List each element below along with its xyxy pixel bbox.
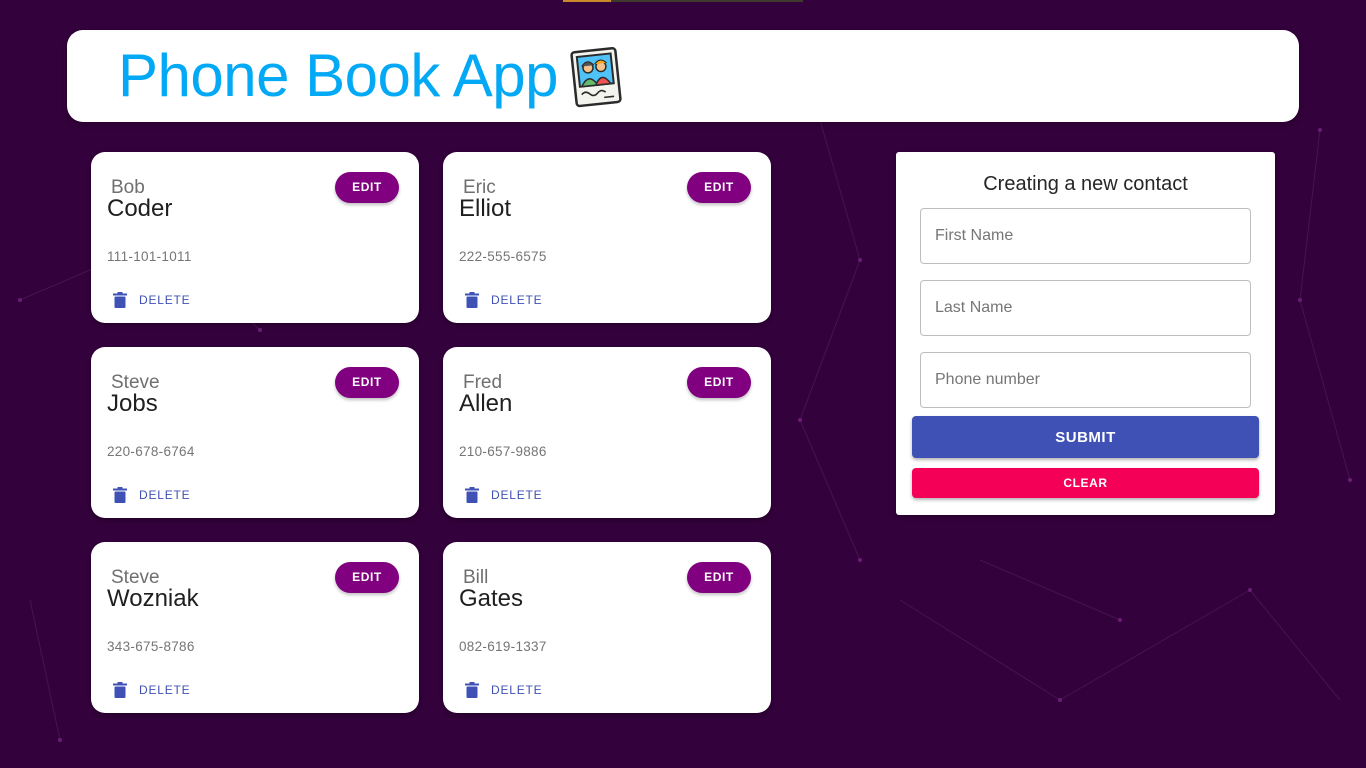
delete-label: DELETE	[139, 488, 191, 502]
delete-button[interactable]: DELETE	[113, 679, 190, 701]
contact-card: Fred Allen 210-657-9886 EDIT DELETE	[443, 347, 771, 518]
edit-button[interactable]: EDIT	[687, 172, 751, 203]
new-contact-form: Creating a new contact SUBMIT CLEAR	[896, 152, 1275, 515]
edit-button[interactable]: EDIT	[335, 562, 399, 593]
delete-label: DELETE	[139, 683, 191, 697]
submit-button[interactable]: SUBMIT	[912, 416, 1259, 458]
contacts-photo-icon	[570, 46, 622, 108]
contact-card: Steve Wozniak 343-675-8786 EDIT DELETE	[91, 542, 419, 713]
contact-phone: 210-657-9886	[459, 444, 547, 459]
contact-last-name: Wozniak	[107, 585, 199, 612]
trash-icon	[465, 682, 479, 698]
top-scroll-indicator-accent	[563, 0, 611, 2]
clear-button[interactable]: CLEAR	[912, 468, 1259, 498]
delete-button[interactable]: DELETE	[465, 289, 542, 311]
page-title: Phone Book App	[118, 42, 559, 109]
contact-last-name: Jobs	[107, 390, 158, 417]
first-name-input[interactable]	[921, 209, 1250, 263]
top-scroll-indicator	[563, 0, 803, 2]
edit-button[interactable]: EDIT	[335, 172, 399, 203]
trash-icon	[113, 292, 127, 308]
last-name-input[interactable]	[921, 281, 1250, 335]
contact-phone: 343-675-8786	[107, 639, 195, 654]
contact-last-name: Elliot	[459, 195, 512, 222]
delete-label: DELETE	[139, 293, 191, 307]
contact-last-name: Allen	[459, 390, 513, 417]
delete-button[interactable]: DELETE	[465, 484, 542, 506]
trash-icon	[113, 487, 127, 503]
delete-button[interactable]: DELETE	[113, 484, 190, 506]
first-name-field	[920, 208, 1251, 264]
trash-icon	[113, 682, 127, 698]
last-name-field	[920, 280, 1251, 336]
contact-card: Eric Elliot 222-555-6575 EDIT DELETE	[443, 152, 771, 323]
contact-last-name: Coder	[107, 195, 173, 222]
contact-card: Steve Jobs 220-678-6764 EDIT DELETE	[91, 347, 419, 518]
delete-button[interactable]: DELETE	[465, 679, 542, 701]
contact-card: Bill Gates 082-619-1337 EDIT DELETE	[443, 542, 771, 713]
form-title: Creating a new contact	[983, 173, 1188, 195]
phone-number-input[interactable]	[921, 353, 1250, 407]
contact-phone: 082-619-1337	[459, 639, 547, 654]
edit-button[interactable]: EDIT	[335, 367, 399, 398]
trash-icon	[465, 487, 479, 503]
contact-phone: 222-555-6575	[459, 249, 547, 264]
phone-number-field	[920, 352, 1251, 408]
delete-label: DELETE	[491, 488, 543, 502]
trash-icon	[465, 292, 479, 308]
edit-button[interactable]: EDIT	[687, 562, 751, 593]
delete-label: DELETE	[491, 683, 543, 697]
app-header: Phone Book App	[67, 30, 1299, 122]
delete-button[interactable]: DELETE	[113, 289, 190, 311]
contact-card: Bob Coder 111-101-1011 EDIT DELETE	[91, 152, 419, 323]
contact-phone: 220-678-6764	[107, 444, 195, 459]
contact-phone: 111-101-1011	[107, 249, 192, 264]
edit-button[interactable]: EDIT	[687, 367, 751, 398]
delete-label: DELETE	[491, 293, 543, 307]
contact-last-name: Gates	[459, 585, 524, 612]
